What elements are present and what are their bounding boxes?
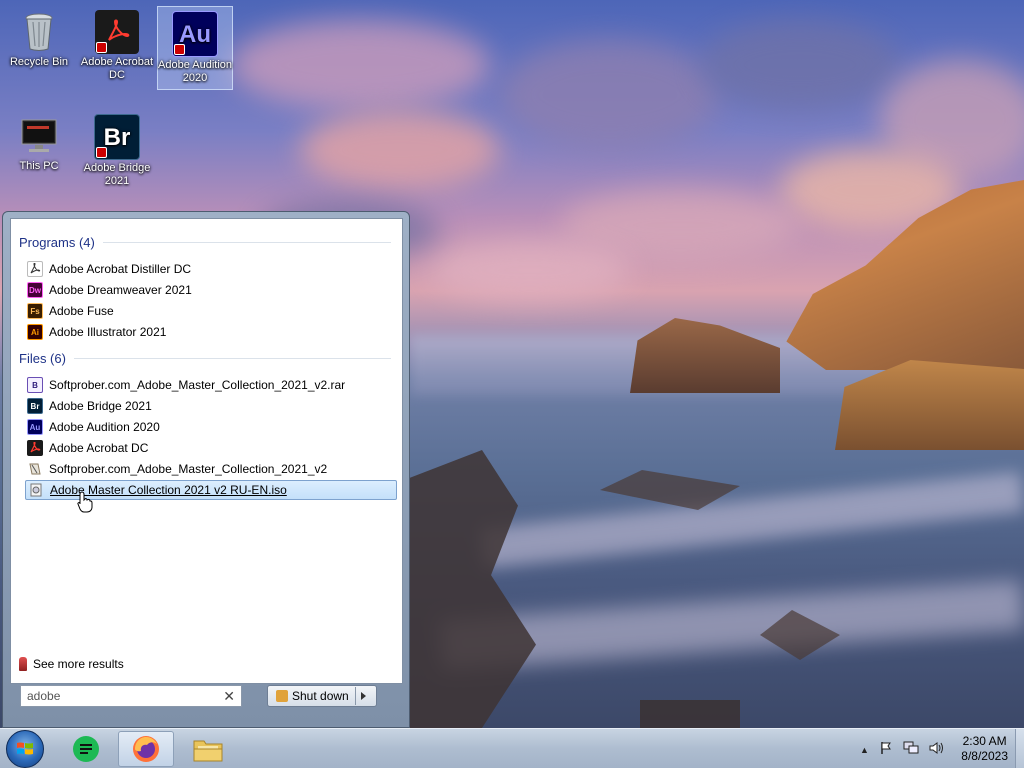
adobe-illustrator-icon: Ai xyxy=(27,324,43,340)
disc-image-icon xyxy=(28,482,44,498)
hand-pointer-cursor-icon xyxy=(77,491,93,516)
desktop-icon-recycle-bin[interactable]: Recycle Bin xyxy=(2,6,76,84)
taskbar-firefox-button[interactable] xyxy=(118,731,174,767)
desktop-icon-label: Adobe Audition 2020 xyxy=(158,59,233,84)
taskbar-file-explorer-button[interactable] xyxy=(180,731,236,767)
result-adobe-fuse[interactable]: Fs Adobe Fuse xyxy=(27,301,397,321)
action-center-flag-icon[interactable] xyxy=(879,741,893,758)
desktop-icon-label: Recycle Bin xyxy=(9,56,69,68)
pdf-icon xyxy=(95,10,139,54)
shut-down-button[interactable]: Shut down xyxy=(267,685,377,707)
clock-time: 2:30 AM xyxy=(962,734,1007,748)
folder-icon xyxy=(193,740,223,762)
desktop-icon-adobe-audition-2020[interactable]: Au Adobe Audition 2020 xyxy=(157,6,233,90)
files-section-header[interactable]: Files (6) xyxy=(19,351,391,366)
clear-search-icon[interactable]: ✕ xyxy=(223,688,235,705)
adobe-audition-icon: Au xyxy=(172,11,218,57)
adobe-bridge-icon: Br xyxy=(27,398,43,414)
shortcut-arrow-icon xyxy=(96,42,107,53)
result-adobe-acrobat-distiller-dc[interactable]: Adobe Acrobat Distiller DC xyxy=(27,259,397,279)
rar-archive-icon: B xyxy=(27,377,43,393)
desktop-icon-label: Adobe Bridge 2021 xyxy=(83,162,151,187)
power-icon xyxy=(276,690,288,702)
taskbar-spotify-like-app-button[interactable] xyxy=(58,731,114,767)
result-adobe-illustrator-2021[interactable]: Ai Adobe Illustrator 2021 xyxy=(27,322,397,342)
result-adobe-dreamweaver-2021[interactable]: Dw Adobe Dreamweaver 2021 xyxy=(27,280,397,300)
result-adobe-acrobat-dc[interactable]: Adobe Acrobat DC xyxy=(27,438,397,458)
start-search-input[interactable]: adobe ✕ xyxy=(20,685,242,707)
desktop-icon-adobe-bridge-2021[interactable]: Br Adobe Bridge 2021 xyxy=(80,110,154,192)
windows-logo-icon xyxy=(17,742,33,755)
result-adobe-audition-2020[interactable]: Au Adobe Audition 2020 xyxy=(27,417,397,437)
programs-section-header[interactable]: Programs (4) xyxy=(19,235,391,250)
shortcut-arrow-icon xyxy=(96,147,107,158)
desktop-icon-label: This PC xyxy=(19,160,59,172)
computer-monitor-icon xyxy=(17,114,61,158)
folder-shortcut-icon xyxy=(27,461,43,477)
shutdown-options-arrow-icon[interactable] xyxy=(360,692,366,700)
adobe-bridge-icon: Br xyxy=(94,114,140,160)
show-hidden-icons-icon[interactable]: ▲ xyxy=(860,745,869,755)
firefox-icon xyxy=(133,736,159,762)
result-softprober-folder[interactable]: Softprober.com_Adobe_Master_Collection_2… xyxy=(27,459,397,479)
start-menu: Programs (4) Adobe Acrobat Distiller DC … xyxy=(2,211,410,728)
acrobat-icon xyxy=(27,261,43,277)
show-desktop-button[interactable] xyxy=(1015,729,1024,768)
search-results-pane: Programs (4) Adobe Acrobat Distiller DC … xyxy=(10,218,403,684)
taskbar: ▲ 2:30 AM 8/8/2023 xyxy=(0,728,1024,768)
adobe-dreamweaver-icon: Dw xyxy=(27,282,43,298)
desktop-icon-this-pc[interactable]: This PC xyxy=(2,110,76,182)
system-tray: ▲ xyxy=(860,741,945,758)
acrobat-icon xyxy=(27,440,43,456)
desktop-icon-adobe-acrobat-dc[interactable]: Adobe Acrobat DC xyxy=(80,6,154,88)
clock-date: 8/8/2023 xyxy=(961,749,1008,763)
desktop-icon-label: Adobe Acrobat DC xyxy=(80,56,154,81)
result-softprober-rar[interactable]: B Softprober.com_Adobe_Master_Collection… xyxy=(27,375,397,395)
result-adobe-bridge-2021[interactable]: Br Adobe Bridge 2021 xyxy=(27,396,397,416)
shortcut-arrow-icon xyxy=(174,44,185,55)
start-button[interactable] xyxy=(6,730,44,768)
taskbar-clock[interactable]: 2:30 AM 8/8/2023 xyxy=(961,734,1008,764)
recycle-bin-icon xyxy=(17,10,61,54)
adobe-fuse-icon: Fs xyxy=(27,303,43,319)
volume-icon[interactable] xyxy=(929,741,945,758)
see-more-results-link[interactable]: See more results xyxy=(19,657,124,671)
network-icon[interactable] xyxy=(903,741,919,758)
see-more-results-icon xyxy=(19,657,27,671)
adobe-audition-icon: Au xyxy=(27,419,43,435)
green-notes-app-icon xyxy=(73,736,99,762)
